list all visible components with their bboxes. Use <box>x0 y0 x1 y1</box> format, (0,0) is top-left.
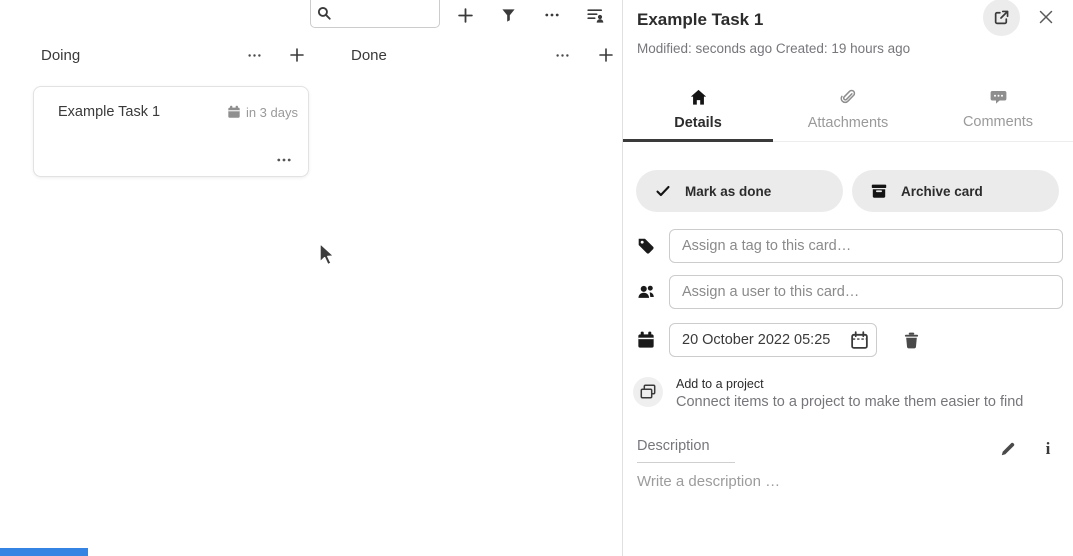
user-input[interactable] <box>669 275 1063 309</box>
task-detail-panel: Example Task 1 Modified: seconds ago Cre… <box>623 0 1073 556</box>
sort-assigned-view-button[interactable] <box>582 2 608 28</box>
due-date-field[interactable]: 20 October 2022 05:25 <box>669 323 877 357</box>
archive-icon <box>871 183 887 199</box>
description-info-button[interactable]: i <box>1037 438 1059 460</box>
tab-attachments-label: Attachments <box>808 115 889 131</box>
tab-comments-label: Comments <box>963 114 1033 130</box>
user-assign-row <box>637 275 1063 309</box>
due-date-value: 20 October 2022 05:25 <box>682 332 847 348</box>
description-header: Description i <box>637 438 1059 463</box>
detail-tabs: Details Attachments Comments <box>623 80 1073 142</box>
add-card-toolbar-button[interactable] <box>452 2 478 28</box>
doing-column-menu-button[interactable] <box>242 44 266 66</box>
add-to-project-title: Add to a project <box>676 377 1023 391</box>
tab-details[interactable]: Details <box>623 80 773 141</box>
edit-description-button[interactable] <box>997 438 1019 460</box>
card-due-badge: in 3 days <box>227 105 298 120</box>
mark-as-done-button[interactable]: Mark as done <box>636 170 843 212</box>
home-icon <box>690 89 707 106</box>
search-icon <box>317 6 332 21</box>
archive-card-button[interactable]: Archive card <box>852 170 1059 212</box>
close-panel-button[interactable] <box>1037 8 1055 26</box>
comment-icon <box>990 89 1007 105</box>
task-card[interactable]: Example Task 1 in 3 days <box>33 86 309 177</box>
panel-title: Example Task 1 <box>637 10 763 30</box>
column-title-done: Done <box>351 47 387 64</box>
info-icon: i <box>1046 439 1051 459</box>
plus-icon <box>457 7 474 24</box>
tag-assign-row <box>637 229 1063 263</box>
add-to-project-subtitle: Connect items to a project to make them … <box>676 394 1023 410</box>
ellipsis-icon <box>555 48 570 63</box>
tag-icon <box>637 237 655 255</box>
mouse-cursor <box>318 242 340 275</box>
search-input[interactable] <box>336 6 433 21</box>
date-picker-button[interactable] <box>847 328 871 352</box>
calendar-outline-icon <box>850 331 869 350</box>
stacked-windows-icon <box>640 384 656 400</box>
board-menu-button[interactable] <box>539 2 565 28</box>
description-label: Description <box>637 438 735 463</box>
kanban-app: Doing Done Example Task 1 <box>0 0 1073 556</box>
done-column-menu-button[interactable] <box>550 44 574 66</box>
card-actions: Mark as done Archive card <box>636 170 1059 212</box>
calendar-icon <box>227 105 241 119</box>
search-box[interactable] <box>310 0 440 28</box>
project-icon-circle <box>633 377 663 407</box>
filter-button[interactable] <box>495 2 521 28</box>
card-title: Example Task 1 <box>58 104 227 120</box>
doing-add-card-button[interactable] <box>285 44 309 66</box>
plus-icon <box>289 47 305 63</box>
users-icon <box>637 283 655 301</box>
mark-as-done-label: Mark as done <box>685 184 771 199</box>
column-title-doing: Doing <box>41 47 80 64</box>
description-placeholder[interactable]: Write a description … <box>637 473 780 490</box>
check-icon <box>655 183 671 199</box>
list-user-icon <box>587 7 604 24</box>
project-text: Add to a project Connect items to a proj… <box>676 375 1023 410</box>
ellipsis-icon <box>247 48 262 63</box>
done-add-card-button[interactable] <box>594 44 618 66</box>
tab-details-label: Details <box>674 115 722 131</box>
ellipsis-icon <box>544 7 560 23</box>
archive-card-label: Archive card <box>901 184 983 199</box>
tag-input[interactable] <box>669 229 1063 263</box>
open-external-icon <box>993 9 1010 26</box>
pencil-icon <box>1000 441 1016 457</box>
panel-meta: Modified: seconds ago Created: 19 hours … <box>637 41 910 56</box>
add-to-project-row[interactable]: Add to a project Connect items to a proj… <box>633 375 1023 410</box>
due-date-row: 20 October 2022 05:25 <box>637 323 923 357</box>
plus-icon <box>598 47 614 63</box>
ellipsis-icon <box>276 152 292 168</box>
remove-due-date-button[interactable] <box>899 328 923 352</box>
calendar-icon <box>637 331 655 349</box>
card-due-text: in 3 days <box>246 105 298 120</box>
bottom-accent-bar <box>0 548 88 556</box>
funnel-icon <box>501 8 516 23</box>
tab-comments[interactable]: Comments <box>923 80 1073 141</box>
open-in-window-button[interactable] <box>983 0 1020 36</box>
tab-attachments[interactable]: Attachments <box>773 80 923 141</box>
trash-icon <box>903 332 920 349</box>
close-icon <box>1038 9 1054 25</box>
card-menu-button[interactable] <box>276 152 292 168</box>
paperclip-icon <box>840 89 856 106</box>
